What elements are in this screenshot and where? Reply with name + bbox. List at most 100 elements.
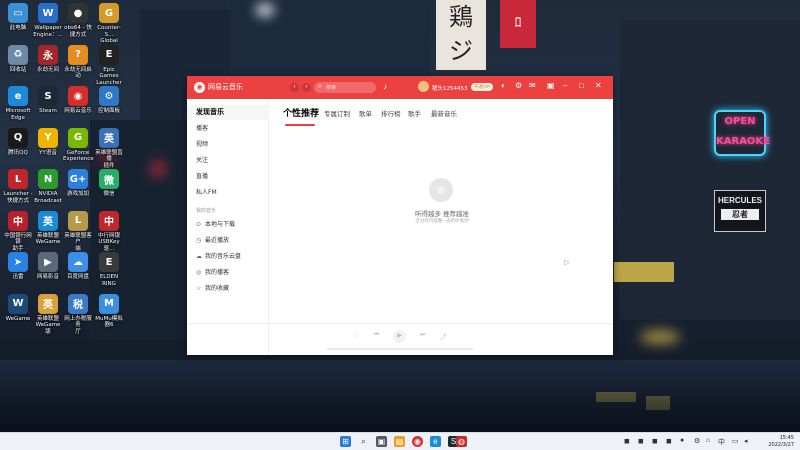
desktop-icon[interactable]: N NVIDIA Broadcast [33,169,63,204]
desktop-icon[interactable]: ◉ 网易云音乐 [63,86,93,115]
desktop-icon-label: 迅雷 [12,274,24,280]
desktop-icon[interactable]: 英英雄联盟 WeGame [33,210,63,246]
vip-badge[interactable]: 开通VIP [471,83,494,91]
next-icon[interactable]: ⏭ [420,332,425,339]
tray-nvidia-icon[interactable]: ◼ [638,437,644,445]
progress-bar[interactable] [327,348,473,350]
desktop-icon[interactable]: Q 腾讯QQ [3,127,33,157]
tray-volume-icon[interactable]: ◂ [744,437,748,445]
empty-title: 听得越多 推荐越准 [414,210,470,218]
tray-qq-icon[interactable]: ◼ [666,437,672,445]
desktop-icon[interactable]: E Epic Games Launcher [94,44,124,87]
forward-icon[interactable]: › [302,83,311,92]
wallpaper-sign: 鶏ジ [436,0,486,70]
tab-exclusive[interactable]: 专属订制 [324,108,350,118]
desktop-icon[interactable]: L Launcher - 快捷方式 [3,169,33,204]
desktop-icon[interactable]: L 英雄联盟客户 端 [63,210,93,253]
tab-charts[interactable]: 排行榜 [381,108,401,118]
desktop-icon[interactable]: W Wallpaper Engine：... [33,3,63,38]
desktop-icon-label: Microsoft Edge [5,108,31,121]
tray-wechat-icon[interactable]: ◼ [624,437,630,445]
star-icon: ☆ [196,285,202,292]
close-icon[interactable]: ✕ [595,81,602,90]
desktop-icon[interactable]: ● obs64 - 快 捷方式 [63,3,93,38]
minimize-icon[interactable]: – [563,81,567,90]
desktop-icon[interactable]: ? 永劫无间启动 [63,44,93,80]
sidebar-item-my-music[interactable]: ◷ 最近播放 [187,233,269,248]
tray-ime-icon[interactable]: 中 [718,437,725,447]
desktop-icon[interactable]: ☁ 百度网盘 [63,252,93,281]
search-input[interactable] [326,83,372,92]
file-explorer-icon[interactable]: ▤ [394,436,405,447]
sidebar-item-discover[interactable]: 发现音乐 [187,105,269,120]
tab-new-music[interactable]: 最新音乐 [431,108,457,118]
desktop-icon[interactable]: ➤ 迅雷 [3,252,33,281]
desktop-icon[interactable]: ▭ 此电脑 [3,3,33,32]
desktop-icon[interactable]: 税网上办税服务 厅 [63,293,93,336]
desktop-icon[interactable]: 中中行网银 USBKey驱... [94,210,124,253]
username[interactable]: 猪头1254453 [432,84,468,92]
tray-settings-icon[interactable]: ⚙ [694,437,700,445]
sidebar-item-my-music[interactable]: ⊙ 本地与下载 [187,217,269,232]
desktop-icon[interactable]: 中中国银行网银 助手 [3,210,33,253]
taskbar-app-icon[interactable]: ◍ [456,436,467,447]
desktop-icon[interactable]: G+ 游戏加加 [63,169,93,198]
task-view-icon[interactable]: ▣ [376,436,387,447]
mini-mode-icon[interactable]: ▣ [547,81,555,90]
previous-icon[interactable]: ⏮ [374,332,379,339]
search-box[interactable]: ⌕ [314,82,376,93]
sidebar-item-my-music[interactable]: ☁ 我的音乐云盘 [187,249,269,264]
desktop-icon[interactable]: E ELDEN RING [94,252,124,287]
sidebar-item-fm[interactable]: 私人FM [187,185,269,200]
desktop-icon[interactable]: 微微信 [94,169,124,198]
start-icon[interactable]: ⊞ [340,436,351,447]
voice-search-icon[interactable]: ♪ [383,82,387,91]
desktop-icon[interactable]: M MuMu模拟 器6 [94,293,124,329]
taskbar-edge-icon[interactable]: e [430,436,441,447]
desktop-icon[interactable]: S Steam [33,86,63,115]
desktop-icon[interactable]: 永永劫无间 [33,44,63,74]
avatar[interactable] [418,81,429,92]
desktop-icon[interactable]: ♻ 回收站 [3,44,33,74]
naraka-launcher-icon: ? [68,44,88,65]
desktop-icon[interactable]: G GeForce Experience [63,127,94,163]
share-icon[interactable]: ⤴ [440,332,446,341]
desktop-icon[interactable]: Y YY语音 [33,127,63,157]
sidebar-item-follow[interactable]: 关注 [187,153,269,168]
sidebar: 发现音乐 播客 视频 关注 直播 私人FM 我的音乐 ⊙ 本地与下载 ◷ 最近播放 ☁ 我… [187,99,269,355]
title-bar[interactable]: ◉ 网易云音乐 ‹ › ⌕ ♪ 猪头1254453 开通VIP ◐ ⚙ ✉ ▣ … [187,76,613,99]
desktop-icon-label: NVIDIA Broadcast [34,191,62,204]
sidebar-item-my-music[interactable]: ☆ 我的收藏 [187,281,269,296]
tray-mic-icon[interactable]: ⌂ [706,437,710,444]
desktop-icon[interactable]: e Microsoft Edge [3,86,33,121]
sidebar-item-my-music[interactable]: ◎ 我的播客 [187,265,269,280]
sidebar-item-podcast[interactable]: 播客 [187,121,269,136]
netease-music-window[interactable]: ◉ 网易云音乐 ‹ › ⌕ ♪ 猪头1254453 开通VIP ◐ ⚙ ✉ ▣ … [187,76,613,355]
mail-icon[interactable]: ✉ [529,81,536,90]
maximize-icon[interactable]: □ [579,81,584,90]
tray-steam-icon[interactable]: ◼ [652,437,658,445]
sidebar-item-label: 我的播客 [205,269,230,276]
lol-wegame2-icon: 英 [38,293,58,314]
skin-icon[interactable]: ◐ [501,81,506,90]
taskbar-search-icon[interactable]: ⌕ [358,436,369,447]
sidebar-item-live[interactable]: 直播 [187,169,269,184]
desktop-icon[interactable]: 英英雄联盟 WeGame版 [33,293,63,336]
like-icon[interactable]: ♡ [354,332,359,339]
yy-icon: Y [38,127,58,148]
tab-playlist[interactable]: 歌单 [359,108,372,118]
tab-artists[interactable]: 歌手 [408,108,421,118]
play-button[interactable]: ▶ [393,330,406,343]
tray-music-icon[interactable]: ● [680,437,684,444]
clock[interactable]: 15:45 2022/3/27 [768,435,794,448]
taskbar-netease-icon[interactable]: ◉ [412,436,423,447]
desktop-icon[interactable]: ▶ 网易影音 [33,252,63,281]
tab-recommend[interactable]: 个性推荐 [283,106,319,119]
desktop-icon[interactable]: ⚙ 控制面板 [94,86,124,115]
desktop-icon[interactable]: 英英雄联盟直播 插件 [94,127,124,170]
sidebar-item-video[interactable]: 视频 [187,137,269,152]
tray-network-icon[interactable]: ▭ [732,437,739,445]
back-icon[interactable]: ‹ [290,83,299,92]
settings-icon[interactable]: ⚙ [515,81,522,90]
desktop-icon[interactable]: W WeGame [3,293,33,323]
